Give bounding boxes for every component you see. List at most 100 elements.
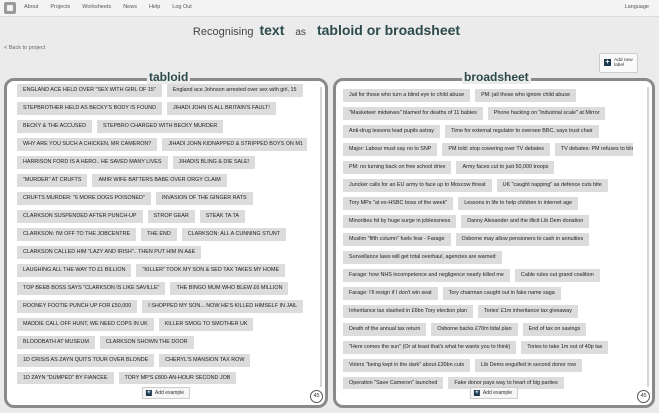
tabloid-add-example-button[interactable]: + Add example bbox=[141, 387, 191, 399]
tabloid-example-item[interactable]: STEPBROTHER HELD AS BECKY'S BODY IS FOUN… bbox=[17, 102, 163, 115]
add-example-label: Add example bbox=[154, 390, 185, 396]
example-row: Juncker calls for an EU army to face up … bbox=[343, 179, 633, 197]
broadsheet-example-item[interactable]: Surveillance laws will get total overhau… bbox=[343, 251, 502, 264]
broadsheet-add-example-button[interactable]: + Add example bbox=[469, 387, 519, 399]
broadsheet-example-item[interactable]: PM: jail those who ignore child abuse bbox=[475, 89, 577, 102]
nav-help[interactable]: Help bbox=[149, 4, 160, 10]
broadsheet-example-item[interactable]: Major: Labour must say no to SNP bbox=[343, 143, 438, 156]
tabloid-example-item[interactable]: STEPBRO CHARGED WITH BECKY MURDER bbox=[97, 120, 224, 133]
broadsheet-example-item[interactable]: Voters "being kept in the dark" about £3… bbox=[343, 359, 471, 372]
broadsheet-example-item[interactable]: Time for external regulator to oversee B… bbox=[445, 125, 599, 138]
tabloid-example-item[interactable]: THE END bbox=[141, 228, 177, 241]
broadsheet-example-item[interactable]: Inheritance tax slashed in £6bn Tory ele… bbox=[343, 305, 473, 318]
broadsheet-panel: Jail for those who turn a blind eye to c… bbox=[333, 78, 655, 408]
broadsheet-example-item[interactable]: Tory MPs "at ex-HSBC boss of the week" bbox=[343, 197, 454, 210]
tabloid-example-item[interactable]: STROP GEAR bbox=[147, 210, 195, 223]
example-row: WHY ARE YOU SUCH A CHICKEN, MR CAMERON? J… bbox=[17, 138, 307, 156]
tabloid-example-item[interactable]: BLOODBATH AT MUSEUM bbox=[17, 336, 95, 349]
tabloid-example-item[interactable]: "KILLER" TOOK MY SON & SED TAX TAKES MY … bbox=[136, 264, 286, 277]
broadsheet-example-item[interactable]: Death of the annual tax return bbox=[343, 323, 427, 336]
broadsheet-example-item[interactable]: PM told: stop cowering over TV debates bbox=[442, 143, 550, 156]
broadsheet-example-item[interactable]: Operation "Save Cameron" launched bbox=[343, 377, 444, 389]
broadsheet-example-item[interactable]: Cable rules out grand coalition bbox=[514, 269, 600, 282]
nav-projects[interactable]: Projects bbox=[50, 4, 70, 10]
broadsheet-example-item[interactable]: PM: no turning back on free school drive bbox=[343, 161, 452, 174]
broadsheet-example-item[interactable]: Anti-drug lessons lead pupils astray bbox=[343, 125, 441, 138]
site-logo-icon[interactable] bbox=[4, 2, 16, 14]
tabloid-example-item[interactable]: 1D ZAYN "DUMPED" BY FIANCEE bbox=[17, 372, 114, 384]
tabloid-example-item[interactable]: CLARKSON SUSPENDED AFTER PUNCH-UP bbox=[17, 210, 143, 223]
title-prefix: Recognising bbox=[192, 26, 254, 38]
tabloid-example-item[interactable]: 1D CRISIS AS ZAYN QUITS TOUR OVER BLONDE bbox=[17, 354, 155, 367]
broadsheet-example-item[interactable]: Farage: how NHS incompetence and neglige… bbox=[343, 269, 510, 282]
tabloid-example-item[interactable]: England ace Johnson arrested over sex wi… bbox=[166, 84, 303, 97]
broadsheet-example-item[interactable]: Muslim "fifth column" fuels fear - Farag… bbox=[343, 233, 451, 246]
tabloid-example-item[interactable]: HARRISON FORD IS A HERO.. HE SAVED MANY … bbox=[17, 156, 168, 169]
example-row: CRUFTS MURDER: "6 MORE DOGS POISONED" INV… bbox=[17, 192, 307, 210]
tabloid-example-item[interactable]: CLARKSON: I'M OFF TO THE JOBCENTRE bbox=[17, 228, 137, 241]
tabloid-example-item[interactable]: INVASION OF THE GINGER RATS bbox=[155, 192, 253, 205]
broadsheet-example-item[interactable]: Phone hacking on "industrial scale" at M… bbox=[487, 107, 606, 120]
language-menu[interactable]: Language bbox=[625, 4, 649, 10]
tabloid-example-item[interactable]: JIHADI JOHN KIDNAPPED & STRIPPED BOYS ON… bbox=[162, 138, 307, 151]
back-to-project-link[interactable]: < Back to project bbox=[4, 45, 45, 51]
tabloid-example-item[interactable]: CLARKSON CALLED HIM "LAZY AND IRISH".. T… bbox=[17, 246, 202, 259]
tabloid-scrollbar[interactable] bbox=[320, 87, 322, 387]
tabloid-example-item[interactable]: MADDIE CALL OFF HUNT, WE NEED COPS IN UK bbox=[17, 318, 154, 331]
tabloid-example-item[interactable]: I SHOPPED MY SON... NOW HE'S KILLED HIMS… bbox=[142, 300, 304, 313]
broadsheet-example-item[interactable]: TV debates: PM refuses to blink bbox=[554, 143, 633, 156]
broadsheet-example-item[interactable]: Juncker calls for an EU army to face up … bbox=[343, 179, 492, 192]
tabloid-example-item[interactable]: ROONEY FOOTIE PUNCH UP FOR £50,000 bbox=[17, 300, 138, 313]
broadsheet-example-item[interactable]: Farage: I'll resign if I don't win seat bbox=[343, 287, 438, 300]
broadsheet-example-item[interactable]: Osborne may allow pensioners to cash in … bbox=[455, 233, 590, 246]
example-row: Jail for those who turn a blind eye to c… bbox=[343, 89, 633, 107]
tabloid-example-item[interactable]: "MURDER" AT CRUFTS bbox=[17, 174, 88, 187]
title-middle: as bbox=[295, 27, 306, 38]
tabloid-example-item[interactable]: LAUGHING ALL THE WAY TO £1 BILLION bbox=[17, 264, 132, 277]
top-nav-bar: About Projects Worksheets News Help Log … bbox=[0, 0, 659, 17]
tabloid-example-item[interactable]: STEAK TA TA bbox=[199, 210, 245, 223]
nav-about[interactable]: About bbox=[24, 4, 38, 10]
tabloid-example-item[interactable]: CRUFTS MURDER: "6 MORE DOGS POISONED" bbox=[17, 192, 151, 205]
broadsheet-example-item[interactable]: "Masketeer midwives" blamed for deaths o… bbox=[343, 107, 483, 120]
tabloid-example-item[interactable]: KILLER SMOG TO SMOTHER UK bbox=[158, 318, 254, 331]
broadsheet-example-item[interactable]: Jail for those who turn a blind eye to c… bbox=[343, 89, 471, 102]
tabloid-example-item[interactable]: WHY ARE YOU SUCH A CHICKEN, MR CAMERON? bbox=[17, 138, 158, 151]
broadsheet-example-item[interactable]: Minorities hit by huge surge in joblessn… bbox=[343, 215, 457, 228]
tabloid-example-item[interactable]: CLARKSON: ALL A CUNNING STUNT bbox=[181, 228, 287, 241]
nav-news[interactable]: News bbox=[123, 4, 137, 10]
tabloid-example-item[interactable]: TOP BEEB BOSS SAYS "CLARKSON IS LIKE SAV… bbox=[17, 282, 166, 295]
example-row: Major: Labour must say no to SNP PM told:… bbox=[343, 143, 633, 161]
example-row: CLARKSON: I'M OFF TO THE JOBCENTRE THE EN… bbox=[17, 228, 307, 246]
nav-worksheets[interactable]: Worksheets bbox=[82, 4, 111, 10]
tabloid-example-item[interactable]: JIHADIS BLING & DIE SALE! bbox=[172, 156, 256, 169]
tabloid-example-item[interactable]: CHERYL'S MANSION TAX ROW bbox=[159, 354, 251, 367]
tabloid-example-item[interactable]: CLARKSON SHOWN THE DOOR bbox=[99, 336, 194, 349]
example-row: Tory MPs "at ex-HSBC boss of the week" Le… bbox=[343, 197, 633, 215]
tabloid-example-item[interactable]: BECKY & THE ACCUSED bbox=[17, 120, 93, 133]
broadsheet-example-item[interactable]: Danny Alexander and the illicit Lib Dem … bbox=[461, 215, 590, 228]
example-row: Surveillance laws will get total overhau… bbox=[343, 251, 633, 269]
tabloid-example-item[interactable]: AMIR WIFE BATTERS BABE OVER ORGY CLAIM bbox=[92, 174, 227, 187]
broadsheet-example-item[interactable]: Osborne backs £70m tidal plan bbox=[431, 323, 518, 336]
broadsheet-example-item[interactable]: "Here comes the sun" (Or at least that's… bbox=[343, 341, 517, 354]
broadsheet-panel-title: broadsheet bbox=[462, 70, 531, 84]
broadsheet-example-item[interactable]: Tories' £1m inheritance tax giveaway bbox=[477, 305, 578, 318]
tabloid-example-item[interactable]: TORY MP'S £800-AN-HOUR SECOND JOB bbox=[118, 372, 237, 384]
broadsheet-example-item[interactable]: Army faces cut to just 50,000 troops bbox=[456, 161, 555, 174]
broadsheet-example-item[interactable]: Lib Dems engulfed in second donor row bbox=[475, 359, 583, 372]
nav-log-out[interactable]: Log Out bbox=[172, 4, 192, 10]
add-new-label-button[interactable]: + Add new label bbox=[599, 53, 638, 73]
tabloid-example-item[interactable]: THE BINGO MUM WHO BLEW £6 MILLION bbox=[170, 282, 289, 295]
broadsheet-example-item[interactable]: UK "caught napping" as defence cuts bite bbox=[496, 179, 608, 192]
example-row: MADDIE CALL OFF HUNT, WE NEED COPS IN UK… bbox=[17, 318, 307, 336]
example-row: "Here comes the sun" (Or at least that's… bbox=[343, 341, 633, 359]
broadsheet-example-item[interactable]: Tories to take 1m out of 40p tax bbox=[521, 341, 609, 354]
tabloid-example-item[interactable]: ENGLAND ACE HELD OVER "SEX WITH GIRL OF … bbox=[17, 84, 162, 97]
plus-icon: + bbox=[145, 390, 152, 396]
broadsheet-example-item[interactable]: Tory chairman caught out in fake name sa… bbox=[442, 287, 561, 300]
broadsheet-example-item[interactable]: End of tax on savings bbox=[522, 323, 587, 336]
broadsheet-scrollbar[interactable] bbox=[647, 87, 649, 387]
tabloid-example-item[interactable]: JIHADI JOHN IS ALL BRITAIN'S FAULT! bbox=[167, 102, 276, 115]
broadsheet-example-item[interactable]: Lessons in life to help children in inte… bbox=[458, 197, 579, 210]
